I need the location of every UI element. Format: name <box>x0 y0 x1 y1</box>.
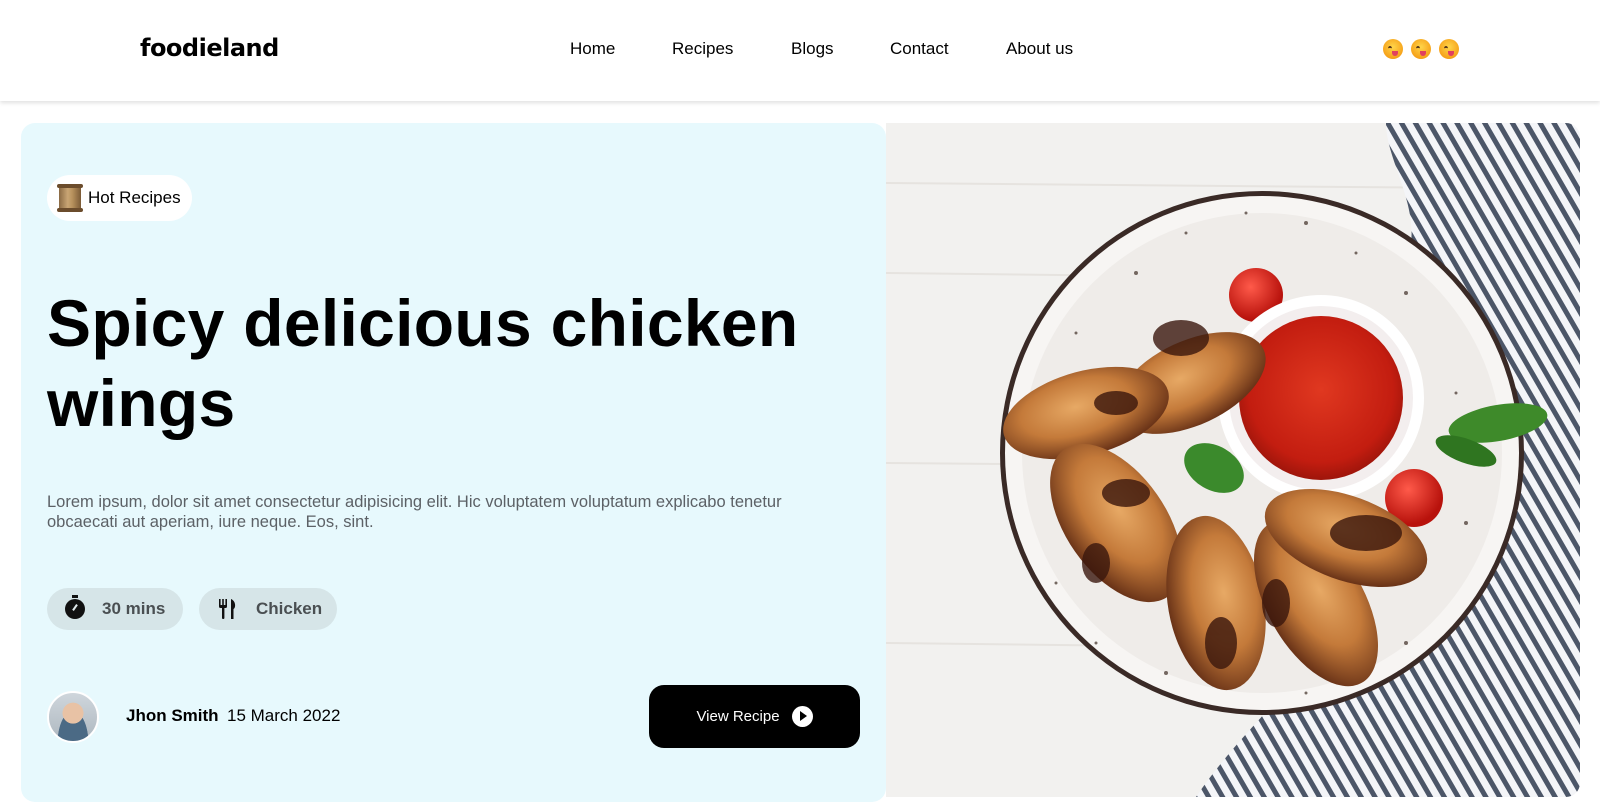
nav-contact[interactable]: Contact <box>890 39 949 59</box>
cook-time-label: 30 mins <box>102 599 166 618</box>
social-links <box>1383 39 1459 59</box>
view-recipe-label: View Recipe <box>696 708 780 725</box>
hero-description: Lorem ipsum, dolor sit amet consectetur … <box>47 493 782 531</box>
chicken-wings-illustration <box>886 123 1580 797</box>
category-label: Chicken <box>256 599 323 618</box>
hero-title: Spicy delicious chicken wings <box>47 286 799 440</box>
play-icon <box>791 706 813 727</box>
hot-recipes-tag: Hot Recipes <box>47 175 192 221</box>
nav-recipes[interactable]: Recipes <box>672 39 733 59</box>
timer-icon <box>65 595 85 619</box>
scroll-icon <box>57 184 83 212</box>
view-recipe-button[interactable]: View Recipe <box>649 685 860 748</box>
face-with-tongue-icon[interactable] <box>1439 39 1459 59</box>
cook-time-chip: 30 mins <box>47 588 183 630</box>
fork-knife-icon <box>219 599 236 619</box>
category-chip: Chicken <box>199 588 337 630</box>
face-with-tongue-icon[interactable] <box>1411 39 1431 59</box>
nav-home[interactable]: Home <box>570 39 615 59</box>
author-name: Jhon Smith <box>126 706 219 725</box>
avatar <box>47 691 99 743</box>
main-nav: Home Recipes Blogs Contact About us <box>0 39 1600 63</box>
nav-blogs[interactable]: Blogs <box>791 39 834 59</box>
face-with-tongue-icon[interactable] <box>1383 39 1403 59</box>
site-header: foodieland Home Recipes Blogs Contact Ab… <box>0 0 1600 101</box>
hero-image <box>886 123 1580 797</box>
hero-panel: Hot Recipes Spicy delicious chicken wing… <box>21 123 886 802</box>
post-date: 15 March 2022 <box>227 706 341 725</box>
nav-about-us[interactable]: About us <box>1006 39 1073 59</box>
tag-label: Hot Recipes <box>88 188 181 207</box>
